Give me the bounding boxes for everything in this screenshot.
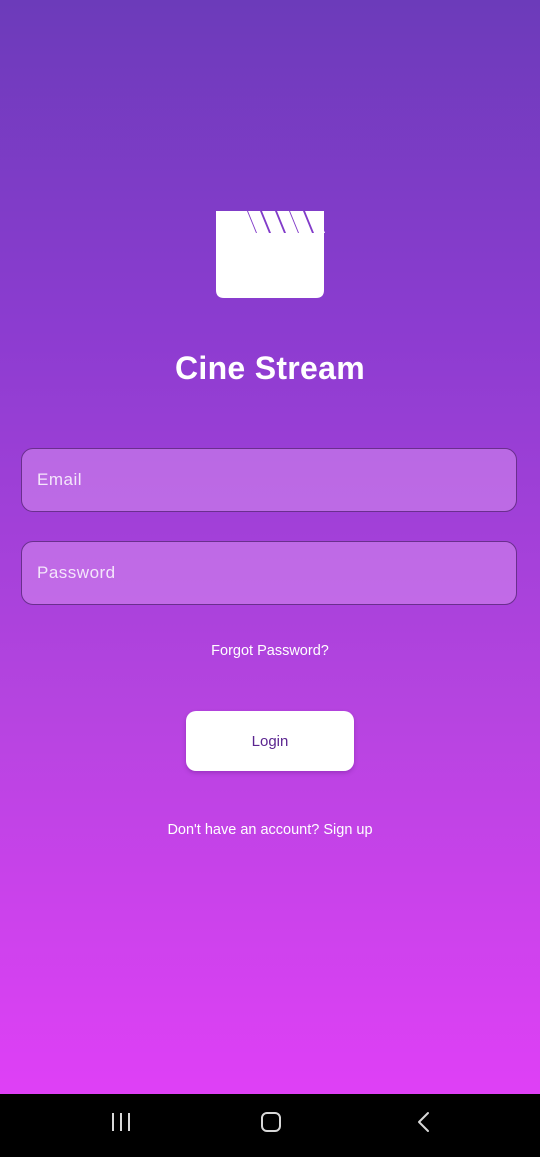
recent-apps-button[interactable] <box>101 1106 141 1138</box>
system-navigation-bar <box>0 1094 540 1157</box>
signup-link[interactable]: Don't have an account? Sign up <box>0 822 540 838</box>
recent-apps-icon <box>112 1113 130 1131</box>
login-button[interactable]: Login <box>186 711 354 771</box>
password-field[interactable] <box>21 541 517 605</box>
email-input[interactable] <box>22 449 516 511</box>
back-button[interactable] <box>404 1106 444 1138</box>
home-button[interactable] <box>251 1106 291 1138</box>
screen: Cine Stream Forgot Password? Login Don't… <box>0 0 540 1157</box>
password-input[interactable] <box>22 542 516 604</box>
back-icon <box>418 1112 429 1132</box>
forgot-password-link[interactable]: Forgot Password? <box>0 643 540 659</box>
app-title: Cine Stream <box>174 350 366 386</box>
login-screen: Cine Stream Forgot Password? Login Don't… <box>0 0 540 1094</box>
home-icon <box>261 1112 281 1132</box>
movie-clapperboard-icon <box>216 211 325 298</box>
email-field[interactable] <box>21 448 517 512</box>
